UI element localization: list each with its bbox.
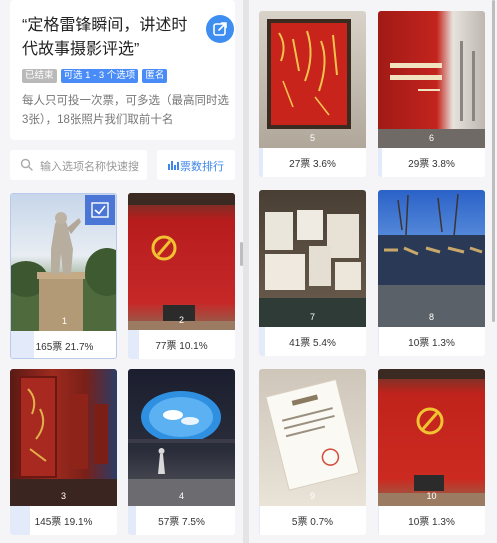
vote-count-6: 29票 3.8% bbox=[408, 159, 455, 170]
share-button[interactable] bbox=[206, 15, 234, 43]
option-number-10: 10 bbox=[426, 491, 437, 501]
vote-count-8: 10票 1.3% bbox=[408, 338, 455, 349]
option-card-1[interactable]: 1 165票 21.7% bbox=[10, 193, 117, 359]
vote-count-3: 145票 19.1% bbox=[34, 517, 93, 528]
search-icon bbox=[20, 158, 33, 171]
option-number-3: 3 bbox=[60, 491, 66, 501]
anonymous-badge: 匿名 bbox=[142, 69, 168, 83]
poll-description: 每人只可投一次票，可多选（最高同时选3张），18张照片我们取前十名 bbox=[22, 95, 229, 126]
photo-8 bbox=[378, 190, 485, 327]
vote-count-10: 10票 1.3% bbox=[408, 517, 455, 528]
option-number-9: 9 bbox=[309, 491, 315, 501]
poll-header-card: “定格雷锋瞬间，讲述时代故事摄影评选” 已结束 可选 1 - 3 个选项 匿名 … bbox=[10, 0, 235, 140]
option-number-6: 6 bbox=[428, 133, 434, 143]
photo-7 bbox=[259, 190, 366, 327]
vote-ranking-label: 票数排行 bbox=[180, 161, 224, 173]
option-card-3[interactable]: 3 145票 19.1% bbox=[10, 369, 117, 535]
option-card-6[interactable]: 6 29票 3.8% bbox=[378, 11, 485, 177]
right-panel: 5 27票 3.6% 6 29票 3.8% 7 41票 5.4% 8 10票 1… bbox=[249, 0, 497, 543]
status-badge: 已结束 bbox=[22, 69, 57, 83]
vote-count-1: 165票 21.7% bbox=[35, 342, 94, 353]
vote-ranking-button[interactable]: 票数排行 bbox=[157, 150, 235, 180]
search-placeholder: 输入选项名称快速搜 bbox=[40, 161, 139, 173]
selected-checkbox-1[interactable] bbox=[85, 195, 115, 225]
photo-2 bbox=[128, 193, 235, 330]
vote-count-5: 27票 3.6% bbox=[289, 159, 336, 170]
vote-count-2: 77票 10.1% bbox=[155, 341, 208, 352]
option-card-7[interactable]: 7 41票 5.4% bbox=[259, 190, 366, 356]
option-number-8: 8 bbox=[428, 312, 434, 322]
vote-count-4: 57票 7.5% bbox=[158, 517, 205, 528]
option-number-4: 4 bbox=[178, 491, 184, 501]
option-card-4[interactable]: 4 57票 7.5% bbox=[128, 369, 235, 535]
photo-9 bbox=[259, 369, 366, 506]
left-panel: “定格雷锋瞬间，讲述时代故事摄影评选” 已结束 可选 1 - 3 个选项 匿名 … bbox=[0, 0, 243, 543]
option-number-2: 2 bbox=[178, 315, 184, 325]
option-number-7: 7 bbox=[309, 312, 315, 322]
option-card-8[interactable]: 8 10票 1.3% bbox=[378, 190, 485, 356]
photo-3 bbox=[10, 369, 117, 506]
vote-count-7: 41票 5.4% bbox=[289, 338, 336, 349]
share-icon bbox=[213, 22, 227, 36]
poll-title: “定格雷锋瞬间，讲述时代故事摄影评选” bbox=[22, 17, 188, 58]
option-card-9[interactable]: 9 5票 0.7% bbox=[259, 369, 366, 535]
photo-5 bbox=[259, 11, 366, 148]
option-card-5[interactable]: 5 27票 3.6% bbox=[259, 11, 366, 177]
scrollbar[interactable] bbox=[492, 0, 495, 322]
photo-4 bbox=[128, 369, 235, 506]
checkmark-icon bbox=[91, 202, 109, 218]
option-card-2[interactable]: 2 77票 10.1% bbox=[128, 193, 235, 359]
photo-6 bbox=[378, 11, 485, 148]
option-number-1: 1 bbox=[61, 316, 67, 326]
photo-10 bbox=[378, 369, 485, 506]
vote-count-9: 5票 0.7% bbox=[291, 517, 334, 528]
selection-rule-badge: 可选 1 - 3 个选项 bbox=[60, 69, 139, 83]
search-input[interactable]: 输入选项名称快速搜 bbox=[10, 150, 147, 180]
option-card-10[interactable]: 10 10票 1.3% bbox=[378, 369, 485, 535]
option-number-5: 5 bbox=[309, 133, 315, 143]
bar-chart-icon bbox=[168, 161, 179, 170]
